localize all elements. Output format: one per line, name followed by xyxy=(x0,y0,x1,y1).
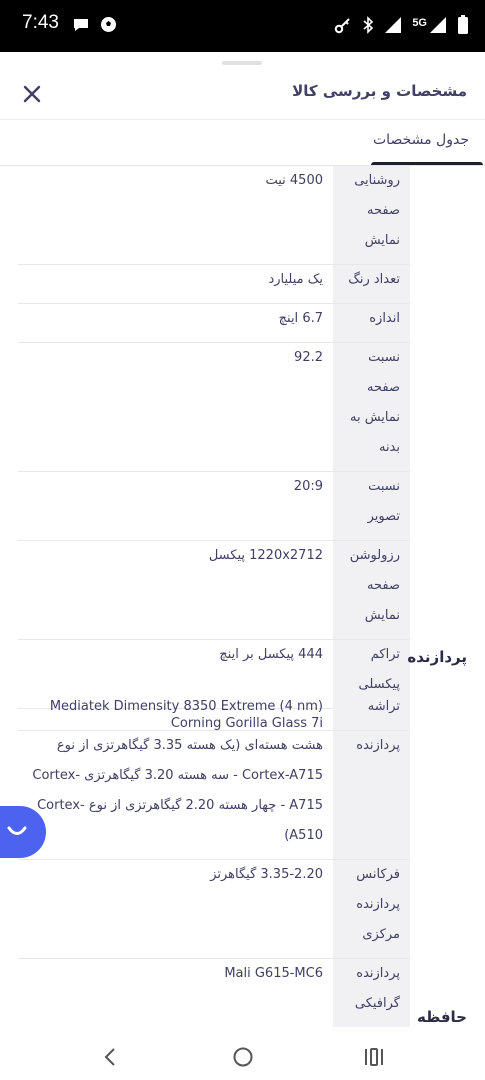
section-title-processor: پردازنده xyxy=(407,648,467,666)
spec-key: پردازنده گرافیکی xyxy=(333,959,410,1027)
spec-sheet: مشخصات و بررسی کالا جدول مشخصات روشنایی … xyxy=(0,52,485,1032)
tab-bar: جدول مشخصات xyxy=(0,120,485,166)
battery-icon xyxy=(457,15,469,39)
spec-value: هشت هسته‌ای (یک هسته 3.35 گیگاهرتزی از ن… xyxy=(32,738,323,843)
drag-handle[interactable] xyxy=(222,61,262,65)
chat-bubble-icon xyxy=(72,17,90,37)
spec-row: روشنایی صفحه نمایش 4500 نیت xyxy=(18,166,410,265)
close-icon xyxy=(23,85,41,103)
spec-row: تراشه Mediatek Dimensity 8350 Extreme (4… xyxy=(18,692,410,731)
spec-row: پردازنده گرافیکی Mali G615-MC6 xyxy=(18,959,410,1027)
soccer-ball-icon xyxy=(100,16,117,37)
status-bar: 7:43 5G xyxy=(0,0,485,52)
spec-key: اندازه xyxy=(333,304,410,342)
spec-row: نسبت صفحه نمایش به بدنه 92.2 xyxy=(18,343,410,472)
status-time: 7:43 xyxy=(22,12,59,33)
spec-value: 4500 نیت xyxy=(265,173,323,188)
recents-button[interactable] xyxy=(359,1042,389,1072)
spec-value: 3.35-2.20 گیگاهرتز xyxy=(210,867,323,882)
sheet-title: مشخصات و بررسی کالا xyxy=(292,82,467,100)
back-icon xyxy=(104,1048,115,1066)
tab-spec-table[interactable]: جدول مشخصات xyxy=(373,132,469,148)
system-nav-bar xyxy=(0,1032,485,1080)
spec-value: 1220x2712 پیکسل xyxy=(208,548,323,563)
spec-key: تراشه xyxy=(333,692,410,730)
signal-icon xyxy=(429,16,447,38)
smile-icon xyxy=(7,826,27,835)
section-title-memory: حافظه xyxy=(417,1008,467,1026)
network-type: 5G xyxy=(412,17,427,29)
spec-key: تعداد رنگ xyxy=(333,265,410,303)
spec-row: رزولوشن صفحه نمایش 1220x2712 پیکسل xyxy=(18,541,410,640)
spec-value: یک میلیارد xyxy=(268,272,323,287)
recents-icon xyxy=(365,1048,383,1066)
home-button[interactable] xyxy=(228,1042,258,1072)
bluetooth-icon xyxy=(362,16,374,38)
spec-key: رزولوشن صفحه نمایش xyxy=(333,541,410,639)
spec-key: فرکانس پردازنده مرکزی xyxy=(333,860,410,958)
back-button[interactable] xyxy=(95,1042,125,1072)
spec-value: Mali G615-MC6 xyxy=(224,966,323,981)
spec-key: پردازنده xyxy=(333,731,410,859)
home-icon xyxy=(233,1047,253,1067)
spec-value: 92.2 xyxy=(294,350,323,365)
spec-row: نسبت تصویر 20:9 xyxy=(18,472,410,541)
spec-key: نسبت صفحه نمایش به بدنه xyxy=(333,343,410,471)
spec-value: Mediatek Dimensity 8350 Extreme (4 nm) xyxy=(49,699,323,714)
spec-value: 6.7 اینچ xyxy=(278,311,323,326)
spec-row: اندازه 6.7 اینچ xyxy=(18,304,410,343)
close-button[interactable] xyxy=(18,80,46,108)
sheet-header: مشخصات و بررسی کالا xyxy=(0,72,485,120)
spec-value: 20:9 xyxy=(293,479,323,494)
spec-row: تعداد رنگ یک میلیارد xyxy=(18,265,410,304)
spec-row: فرکانس پردازنده مرکزی 3.35-2.20 گیگاهرتز xyxy=(18,860,410,959)
spec-key: نسبت تصویر xyxy=(333,472,410,540)
spec-row: پردازنده هشت هسته‌ای (یک هسته 3.35 گیگاه… xyxy=(18,731,410,860)
key-icon xyxy=(334,16,352,38)
processor-spec-table: تراشه Mediatek Dimensity 8350 Extreme (4… xyxy=(18,692,410,1027)
signal-icon xyxy=(384,16,402,38)
spec-key: روشنایی صفحه نمایش xyxy=(333,166,410,264)
